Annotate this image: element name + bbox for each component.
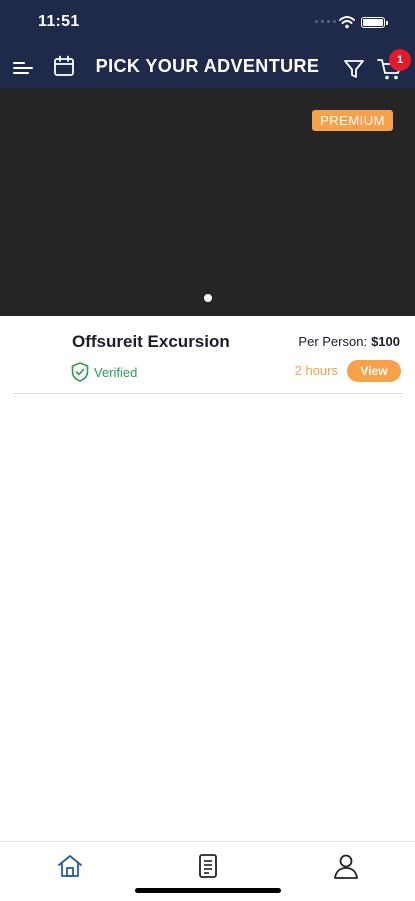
home-indicator bbox=[135, 888, 281, 893]
status-time: 11:51 bbox=[38, 13, 80, 30]
premium-badge: PREMIUM bbox=[312, 110, 393, 131]
cart-count-badge: 1 bbox=[389, 49, 411, 71]
verified-status: Verified bbox=[71, 361, 137, 383]
price-label: Per Person: bbox=[298, 334, 368, 349]
verified-label: Verified bbox=[94, 364, 138, 380]
wifi-icon bbox=[339, 16, 355, 29]
listing-title: Offsureit Excursion bbox=[72, 332, 230, 351]
price: Per Person: $100 bbox=[298, 334, 400, 349]
hero-carousel[interactable]: PREMIUM bbox=[0, 88, 415, 316]
view-button[interactable]: View bbox=[347, 360, 401, 382]
price-value: $100 bbox=[371, 334, 400, 349]
shield-check-icon bbox=[71, 362, 89, 382]
listing-card[interactable]: Offsureit Excursion Verified Per Person:… bbox=[0, 316, 415, 394]
user-icon[interactable] bbox=[332, 852, 360, 880]
divider bbox=[13, 393, 403, 394]
document-icon[interactable] bbox=[194, 852, 222, 880]
home-icon[interactable] bbox=[56, 852, 84, 880]
signal-icon bbox=[315, 20, 336, 23]
carousel-dot[interactable] bbox=[204, 294, 212, 302]
battery-icon bbox=[361, 17, 388, 28]
status-icons bbox=[315, 14, 395, 30]
duration: 2 hours bbox=[294, 363, 338, 378]
app-header: 11:51 PICK YOUR ADVENTURE 1 bbox=[0, 0, 415, 88]
filter-icon[interactable] bbox=[343, 58, 365, 80]
